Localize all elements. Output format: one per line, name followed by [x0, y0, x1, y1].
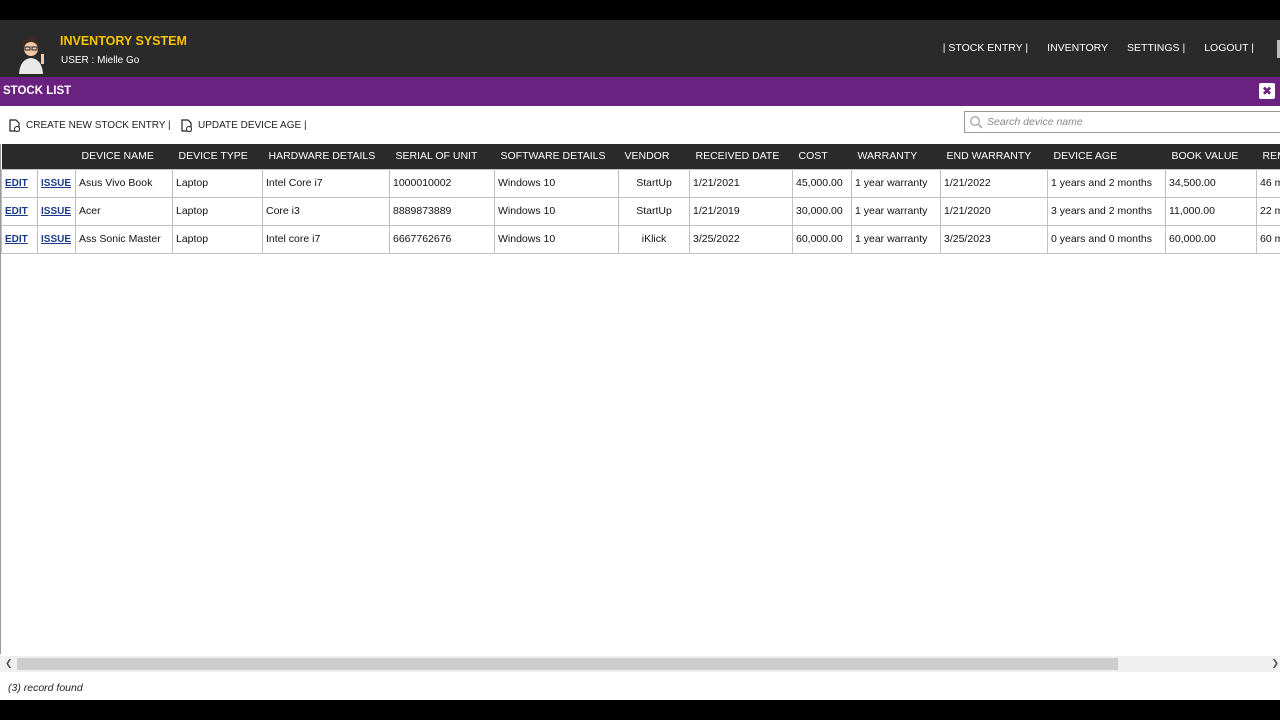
cell-end-warranty: 1/21/2020: [940, 196, 1048, 226]
column-header-issue: [38, 144, 76, 169]
search-icon: [969, 115, 983, 129]
cell-hardware-details: Core i3: [262, 196, 390, 226]
cell-received-date: 3/25/2022: [689, 224, 793, 254]
nav-inventory[interactable]: INVENTORY: [1047, 42, 1108, 54]
user-avatar-icon: [19, 37, 44, 74]
cell-book-value: 60,000.00: [1165, 224, 1257, 254]
stock-table: DEVICE NAME DEVICE TYPE HARDWARE DETAILS…: [1, 144, 1280, 254]
column-header-edit: [2, 144, 38, 169]
issue-link[interactable]: ISSUE: [41, 206, 71, 217]
close-button[interactable]: ✖: [1259, 83, 1275, 99]
cell-device-type: Laptop: [172, 168, 263, 198]
cell-serial: 8889873889: [389, 196, 495, 226]
update-device-age-label: UPDATE DEVICE AGE |: [198, 120, 307, 131]
new-document-icon: [9, 119, 20, 132]
cell-end-warranty: 1/21/2022: [940, 168, 1048, 198]
nav-settings[interactable]: SETTINGS |: [1127, 42, 1185, 54]
top-bar: INVENTORY SYSTEM USER : Mielle Go | STOC…: [0, 20, 1280, 77]
scroll-left-icon[interactable]: ❮: [5, 658, 13, 669]
top-nav: | STOCK ENTRY | INVENTORY SETTINGS | LOG…: [924, 42, 1254, 54]
cell-book-value: 11,000.00: [1165, 196, 1257, 226]
cell-received-date: 1/21/2019: [689, 196, 793, 226]
cell-hardware-details: Intel Core i7: [262, 168, 390, 198]
app-window: INVENTORY SYSTEM USER : Mielle Go | STOC…: [0, 20, 1280, 700]
column-header-hardware-details[interactable]: HARDWARE DETAILS: [263, 144, 390, 169]
column-header-cost[interactable]: COST: [793, 144, 852, 169]
edit-link[interactable]: EDIT: [5, 206, 28, 217]
cell-serial: 1000010002: [389, 168, 495, 198]
cell-device-type: Laptop: [172, 224, 263, 254]
column-header-end-warranty[interactable]: END WARRANTY: [941, 144, 1048, 169]
scrollbar-thumb[interactable]: [17, 658, 1118, 670]
cell-device-age: 1 years and 2 months: [1047, 168, 1166, 198]
cell-remaining: 22 m: [1256, 196, 1280, 226]
cell-software-details: Windows 10: [494, 168, 619, 198]
cell-vendor: iKlick: [618, 224, 690, 254]
table-row: EDIT ISSUE Ass Sonic Master Laptop Intel…: [1, 224, 1280, 254]
cell-device-name: Asus Vivo Book: [75, 168, 173, 198]
cell-end-warranty: 3/25/2023: [940, 224, 1048, 254]
update-device-age-button[interactable]: UPDATE DEVICE AGE |: [180, 119, 307, 132]
cell-software-details: Windows 10: [494, 196, 619, 226]
table-row: EDIT ISSUE Acer Laptop Core i3 888987388…: [1, 196, 1280, 226]
search-box: [964, 111, 1280, 133]
cell-device-age: 3 years and 2 months: [1047, 196, 1166, 226]
cell-software-details: Windows 10: [494, 224, 619, 254]
column-header-received-date[interactable]: RECEIVED DATE: [690, 144, 793, 169]
cell-cost: 45,000.00: [792, 168, 852, 198]
column-header-device-type[interactable]: DEVICE TYPE: [173, 144, 263, 169]
record-count-status: (3) record found: [8, 682, 83, 694]
cell-warranty: 1 year warranty: [851, 196, 941, 226]
cell-device-type: Laptop: [172, 196, 263, 226]
edit-link[interactable]: EDIT: [5, 234, 28, 245]
section-header: STOCK LIST ✖: [0, 77, 1280, 106]
table-row: EDIT ISSUE Asus Vivo Book Laptop Intel C…: [1, 168, 1280, 198]
column-header-vendor[interactable]: VENDOR: [619, 144, 690, 169]
edit-link[interactable]: EDIT: [5, 178, 28, 189]
cell-warranty: 1 year warranty: [851, 224, 941, 254]
column-header-book-value[interactable]: BOOK VALUE: [1166, 144, 1257, 169]
column-header-device-age[interactable]: DEVICE AGE: [1048, 144, 1166, 169]
search-input[interactable]: [987, 114, 1277, 130]
current-user: USER : Mielle Go: [61, 55, 140, 66]
update-document-icon: [181, 119, 192, 132]
cell-cost: 60,000.00: [792, 224, 852, 254]
column-header-software-details[interactable]: SOFTWARE DETAILS: [495, 144, 619, 169]
cell-received-date: 1/21/2021: [689, 168, 793, 198]
nav-stock-entry[interactable]: | STOCK ENTRY |: [943, 42, 1028, 54]
cell-device-name: Acer: [75, 196, 173, 226]
column-header-device-name[interactable]: DEVICE NAME: [76, 144, 173, 169]
horizontal-scrollbar[interactable]: ❮ ❯: [0, 656, 1280, 672]
cell-cost: 30,000.00: [792, 196, 852, 226]
column-header-serial[interactable]: SERIAL OF UNIT: [390, 144, 495, 169]
cell-book-value: 34,500.00: [1165, 168, 1257, 198]
scroll-right-icon[interactable]: ❯: [1271, 658, 1279, 669]
stock-table-container: DEVICE NAME DEVICE TYPE HARDWARE DETAILS…: [0, 144, 1280, 654]
create-stock-entry-label: CREATE NEW STOCK ENTRY |: [26, 120, 171, 131]
create-stock-entry-button[interactable]: CREATE NEW STOCK ENTRY |: [8, 119, 171, 132]
section-title: STOCK LIST: [3, 85, 72, 97]
cell-remaining: 60 m: [1256, 224, 1280, 254]
cell-warranty: 1 year warranty: [851, 168, 941, 198]
issue-link[interactable]: ISSUE: [41, 234, 71, 245]
cell-vendor: StartUp: [618, 168, 690, 198]
issue-link[interactable]: ISSUE: [41, 178, 71, 189]
cell-hardware-details: Intel core i7: [262, 224, 390, 254]
table-header-row: DEVICE NAME DEVICE TYPE HARDWARE DETAILS…: [1, 144, 1280, 169]
app-title: INVENTORY SYSTEM: [60, 34, 187, 48]
cell-vendor: StartUp: [618, 196, 690, 226]
cell-serial: 6667762676: [389, 224, 495, 254]
cell-device-age: 0 years and 0 months: [1047, 224, 1166, 254]
cell-remaining: 46 m: [1256, 168, 1280, 198]
toolbar: CREATE NEW STOCK ENTRY | UPDATE DEVICE A…: [0, 106, 1280, 143]
nav-logout[interactable]: LOGOUT |: [1204, 42, 1254, 54]
column-header-warranty[interactable]: WARRANTY: [852, 144, 941, 169]
cell-device-name: Ass Sonic Master: [75, 224, 173, 254]
column-header-remaining[interactable]: REM: [1257, 144, 1280, 169]
